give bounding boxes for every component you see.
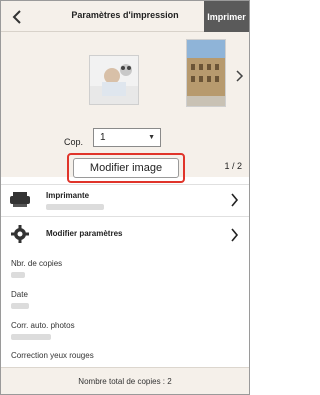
app-frame: Paramètres d'impression Imprimer Cop. 1 … (0, 0, 250, 395)
copies-dropdown[interactable]: 1 ▼ (93, 128, 161, 147)
auto-correct-label: Corr. auto. photos (11, 321, 75, 330)
date-label: Date (11, 290, 28, 299)
redeye-label: Correction yeux rouges (11, 351, 94, 360)
auto-correct-redacted (11, 334, 51, 340)
copies-label: Cop. (64, 137, 84, 147)
modify-settings-row[interactable]: Modifier paramètres (1, 216, 249, 250)
copies-value: 1 (100, 132, 106, 143)
copies-count-redacted (11, 272, 25, 278)
printer-icon (10, 192, 30, 207)
header-bar: Paramètres d'impression Imprimer (1, 1, 249, 32)
total-copies-text: Nombre total de copies : 2 (78, 377, 172, 386)
photo-thumbnail-main[interactable] (89, 55, 139, 105)
dropdown-arrow-icon: ▼ (148, 134, 155, 141)
chevron-right-icon (231, 193, 239, 207)
gear-icon (11, 225, 29, 243)
modify-image-button[interactable]: Modifier image (73, 158, 179, 178)
total-copies-footer: Nombre total de copies : 2 (1, 367, 249, 394)
chevron-right-icon[interactable] (235, 69, 245, 83)
print-button[interactable]: Imprimer (204, 1, 249, 32)
copies-count-label: Nbr. de copies (11, 259, 63, 268)
page-indicator: 1 / 2 (224, 161, 242, 171)
printer-row[interactable]: Imprimante (1, 184, 249, 214)
modify-settings-label: Modifier paramètres (46, 229, 123, 238)
printer-name-redacted (46, 204, 104, 210)
date-redacted (11, 303, 29, 309)
chevron-right-icon (231, 228, 239, 242)
modify-image-highlight: Modifier image (67, 153, 185, 183)
printer-label: Imprimante (46, 191, 90, 200)
photo-thumbnail-next[interactable] (186, 39, 226, 107)
